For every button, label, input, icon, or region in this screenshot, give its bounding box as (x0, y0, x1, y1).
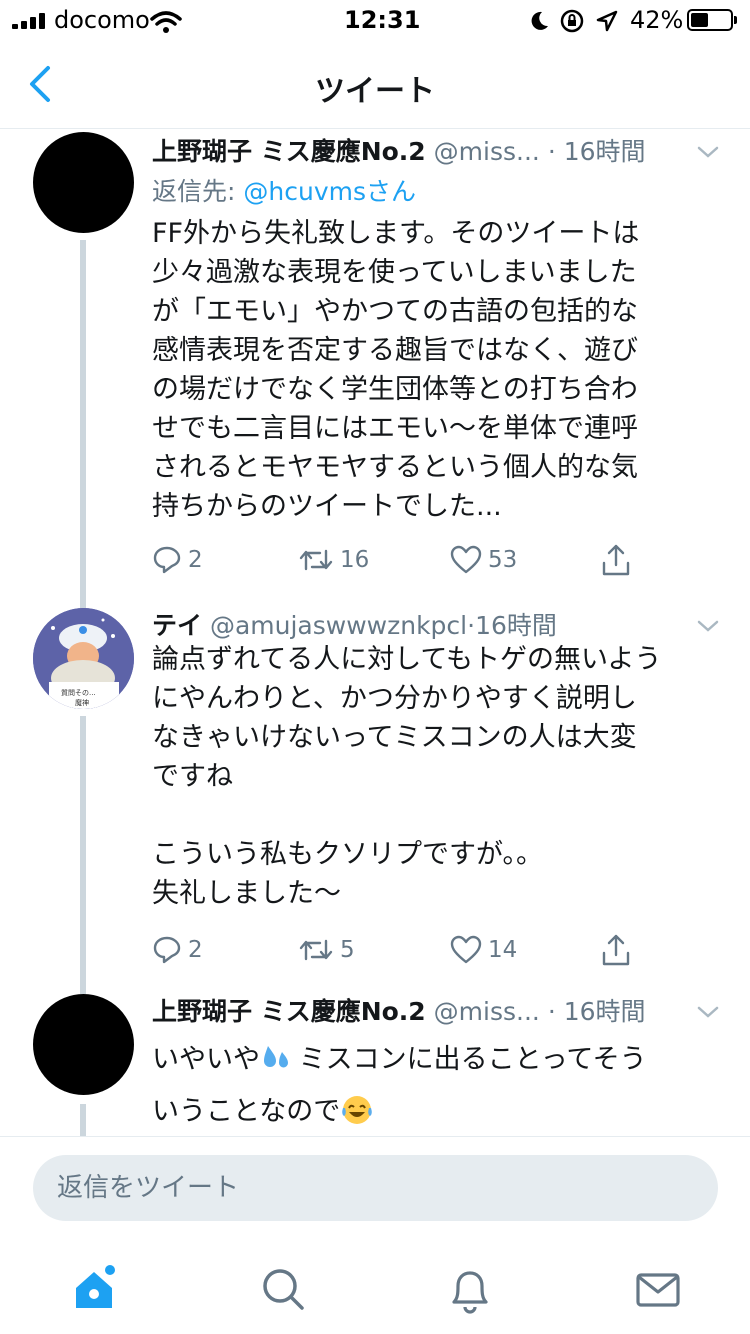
like-button[interactable]: 53 (450, 540, 517, 580)
avatar[interactable]: 質問その... 魔神 (33, 608, 134, 709)
handle[interactable]: @miss... (434, 137, 540, 166)
page-title: ツイート (315, 74, 435, 109)
bell-icon (452, 1271, 488, 1314)
retweet-icon (299, 549, 333, 571)
reply-icon (153, 936, 181, 964)
tab-messages[interactable] (632, 1264, 684, 1316)
reply-prefix: 返信先: (152, 177, 236, 206)
tweet-text-part: いやいや (152, 1044, 260, 1075)
like-button[interactable]: 14 (450, 930, 517, 970)
timestamp: ·16時間 (467, 611, 557, 640)
tweet-text: FF外から失礼致します。そのツイートは 少々過激な表現を使っていしまいました が… (152, 218, 640, 522)
chevron-down-icon[interactable] (696, 618, 720, 634)
reply-button[interactable]: 2 (152, 930, 203, 970)
tweet-actions: 2 5 14 (152, 930, 692, 970)
share-button[interactable] (600, 930, 632, 970)
handle[interactable]: @amujaswwwznkpcl (210, 611, 467, 640)
tweet-text: いやいや ミスコンに出ることってそういうことなので (152, 1034, 727, 1136)
tweet-header: 上野瑚子 ミス慶應No.2 @miss... · 16時間 (152, 992, 712, 1032)
status-bar: docomo 12:31 42% (0, 0, 750, 42)
mail-icon (636, 1273, 680, 1307)
retweet-count: 5 (340, 937, 355, 963)
tweet-2[interactable]: 質問その... 魔神 テイ @amujaswwwznkpcl·16時間 論点ずれ… (0, 600, 750, 986)
retweet-button[interactable]: 5 (298, 930, 355, 970)
tab-search[interactable] (258, 1264, 310, 1316)
thread-line (80, 716, 86, 986)
search-icon (263, 1269, 304, 1310)
heart-icon (450, 935, 482, 964)
display-name[interactable]: テイ (152, 611, 202, 640)
avatar-subcaption: 魔神 (75, 699, 89, 707)
tweet-actions: 2 16 53 (152, 540, 692, 580)
display-name[interactable]: 上野瑚子 ミス慶應No.2 (152, 137, 426, 166)
thread-line (80, 986, 86, 994)
timestamp: · 16時間 (547, 997, 646, 1026)
retweet-icon (299, 939, 333, 961)
reply-count: 2 (188, 547, 203, 573)
handle[interactable]: @miss... (434, 997, 540, 1026)
share-icon (602, 934, 630, 966)
retweet-count: 16 (340, 547, 370, 573)
heart-icon (450, 545, 482, 574)
reply-icon (153, 546, 181, 574)
wifi-icon (150, 11, 182, 33)
sweat-droplets-icon (264, 1046, 288, 1068)
share-button[interactable] (600, 540, 632, 580)
avatar[interactable] (33, 132, 134, 233)
reply-button[interactable]: 2 (152, 540, 203, 580)
reply-to-link[interactable]: @hcuvmsさん (243, 177, 416, 206)
avatar-caption: 質問その... (61, 689, 96, 697)
carrier-label: docomo (54, 6, 150, 34)
signal-icon (12, 13, 48, 29)
moon-icon (531, 11, 548, 30)
like-count: 53 (488, 547, 518, 573)
timestamp: · 16時間 (547, 137, 646, 166)
chevron-down-icon[interactable] (696, 1004, 720, 1020)
tweet-3[interactable]: 上野瑚子 ミス慶應No.2 @miss... · 16時間 いやいや ミスコンに… (0, 986, 750, 1136)
reply-to: 返信先: @hcuvmsさん (152, 172, 416, 208)
display-name[interactable]: 上野瑚子 ミス慶應No.2 (152, 997, 426, 1026)
avatar[interactable] (33, 994, 134, 1095)
nav-bar: ツイート (0, 42, 750, 129)
tweet-1[interactable]: 上野瑚子 ミス慶應No.2 @miss... · 16時間 返信先: @hcuv… (0, 128, 750, 600)
tweet-header: 上野瑚子 ミス慶應No.2 @miss... · 16時間 (152, 132, 712, 172)
tweet-text-part: ミスコンに出ることってそう (290, 1044, 647, 1075)
chevron-down-icon[interactable] (696, 144, 720, 160)
tears-of-joy-emoji-icon (342, 1096, 373, 1124)
retweet-button[interactable]: 16 (298, 540, 369, 580)
tweet-text: 論点ずれてる人に対してもトゲの無いよう にやんわりと、かつ分かりやすく説明し な… (152, 644, 662, 909)
share-icon (602, 544, 630, 576)
like-count: 14 (488, 937, 518, 963)
battery-percent: 42% (630, 6, 684, 34)
thread-line (80, 600, 86, 608)
battery-icon (687, 9, 737, 31)
reply-input[interactable]: 返信をツイート (33, 1155, 718, 1221)
thread-line (80, 240, 86, 600)
location-icon (596, 10, 618, 32)
clock: 12:31 (344, 6, 421, 34)
tweet-text-part: いうことなので (152, 1096, 341, 1127)
tab-bar (0, 1246, 750, 1334)
home-icon (76, 1265, 115, 1308)
thread-line (80, 1104, 86, 1136)
reply-count: 2 (188, 937, 203, 963)
reply-composer-bar: 返信をツイート (0, 1136, 750, 1247)
rotation-lock-icon (560, 9, 584, 33)
tab-home[interactable] (70, 1264, 122, 1316)
tab-notifications[interactable] (444, 1264, 496, 1316)
